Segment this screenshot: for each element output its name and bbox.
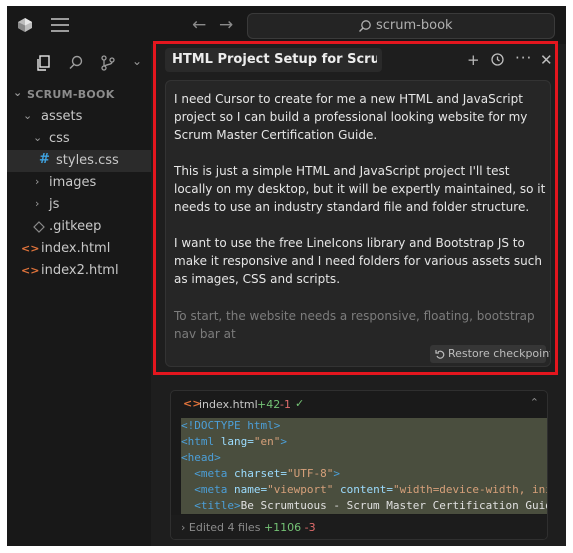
code-line: <!DOCTYPE html> — [181, 418, 547, 434]
workspace-title: SCRUM-BOOK — [27, 88, 115, 101]
code-token: <head> — [181, 451, 221, 464]
search-text: scrum-book — [376, 18, 453, 33]
diff-file-name: index.html — [199, 398, 258, 411]
tree-item-label: .gitkeep — [49, 219, 102, 234]
html-file-icon: <> — [21, 264, 40, 277]
explorer-sidebar: ⌄ ⌄ SCRUM-BOOK ⌄ assets ⌄ css # styles.c… — [7, 44, 151, 546]
command-center-search[interactable]: scrum-book — [247, 13, 555, 39]
edited-deletions: -3 — [304, 521, 316, 534]
git-file-icon — [33, 221, 45, 233]
code-token: "viewport" — [267, 483, 334, 496]
tree-item-label: index2.html — [41, 263, 119, 278]
tree-file-index2-html[interactable]: <> index2.html — [7, 260, 151, 282]
code-diff-header[interactable]: <> index.html +42 -1 ✓ ⌃ — [171, 391, 547, 417]
code-token: <!DOCTYPE html> — [181, 419, 281, 432]
cursor-logo-icon — [18, 18, 32, 32]
back-arrow-icon[interactable]: ← — [192, 15, 206, 35]
tree-folder-css[interactable]: ⌄ css — [7, 128, 151, 150]
edited-additions: +1106 — [263, 521, 302, 534]
tree-folder-js[interactable]: › js — [7, 194, 151, 216]
chevron-right-icon: › — [35, 197, 40, 210]
tree-file-index-html[interactable]: <> index.html — [7, 238, 151, 260]
tree-folder-images[interactable]: › images — [7, 172, 151, 194]
highlight-frame — [153, 41, 558, 375]
chevron-right-icon: › — [35, 175, 40, 188]
diff-additions: +42 — [257, 398, 281, 411]
sidebar-toolbar: ⌄ — [7, 50, 151, 78]
code-token: lang= — [214, 435, 254, 448]
chevron-down-icon[interactable]: ⌄ — [132, 54, 150, 72]
code-token: "width=device-width, ini — [392, 483, 548, 496]
html-file-icon: <> — [21, 242, 40, 255]
code-token: name= — [227, 483, 268, 496]
code-line: <meta name="viewport" content="width=dev… — [181, 482, 548, 498]
chevron-right-icon: › — [181, 521, 186, 534]
tree-file-gitkeep[interactable]: .gitkeep — [7, 216, 151, 238]
explorer-files-icon[interactable] — [35, 54, 53, 72]
chevron-down-icon: ⌄ — [23, 109, 33, 122]
tree-item-label: images — [49, 175, 97, 190]
tree-item-label: css — [49, 131, 70, 146]
title-bar: ← → scrum-book — [7, 6, 566, 44]
menu-icon[interactable] — [51, 18, 69, 32]
code-token: <title> — [181, 499, 241, 512]
code-line: <head> — [181, 450, 547, 466]
code-token: "UTF-8" — [286, 467, 334, 480]
tree-folder-assets[interactable]: ⌄ assets — [7, 106, 151, 128]
source-control-icon[interactable] — [99, 54, 117, 72]
check-icon: ✓ — [295, 397, 305, 410]
code-token: <meta — [181, 483, 228, 496]
code-line: <title>Be Scrumtuous - Scrum Master Cert… — [181, 498, 548, 514]
code-preview: <!DOCTYPE html> <html lang="en"> <head> … — [181, 418, 548, 514]
diff-deletions: -1 — [280, 398, 291, 411]
code-token: "en" — [253, 435, 281, 448]
search-icon[interactable] — [67, 54, 85, 72]
code-token: content= — [333, 483, 393, 496]
chevron-down-icon: ⌄ — [33, 131, 43, 144]
search-icon — [359, 19, 371, 32]
tree-item-label: styles.css — [56, 153, 119, 168]
css-file-icon: # — [39, 152, 50, 167]
code-token: <meta — [181, 467, 228, 480]
tree-item-label: js — [49, 197, 60, 212]
tree-item-label: index.html — [41, 241, 111, 256]
code-token: Be Scrumtuous - Scrum Master Certificati… — [240, 499, 548, 512]
forward-arrow-icon[interactable]: → — [219, 15, 233, 35]
code-token: > — [280, 435, 287, 448]
explorer-root-header[interactable]: ⌄ SCRUM-BOOK — [7, 84, 151, 104]
tree-item-label: assets — [41, 109, 83, 124]
code-line: <meta charset="UTF-8"> — [181, 466, 547, 482]
tree-file-styles-css[interactable]: # styles.css — [7, 150, 151, 172]
code-diff-card: <> index.html +42 -1 ✓ ⌃ <!DOCTYPE html>… — [170, 390, 548, 540]
chevron-down-icon: ⌄ — [13, 86, 23, 99]
edited-files-summary[interactable]: › Edited 4 files +1106 -3 — [171, 515, 547, 539]
code-token: charset= — [227, 467, 287, 480]
code-token: <html — [181, 435, 215, 448]
code-token: > — [333, 467, 340, 480]
edited-files-label: Edited 4 files — [188, 521, 261, 534]
expand-collapse-icon[interactable]: ⌃ — [530, 396, 539, 409]
code-line: <html lang="en"> — [181, 434, 547, 450]
